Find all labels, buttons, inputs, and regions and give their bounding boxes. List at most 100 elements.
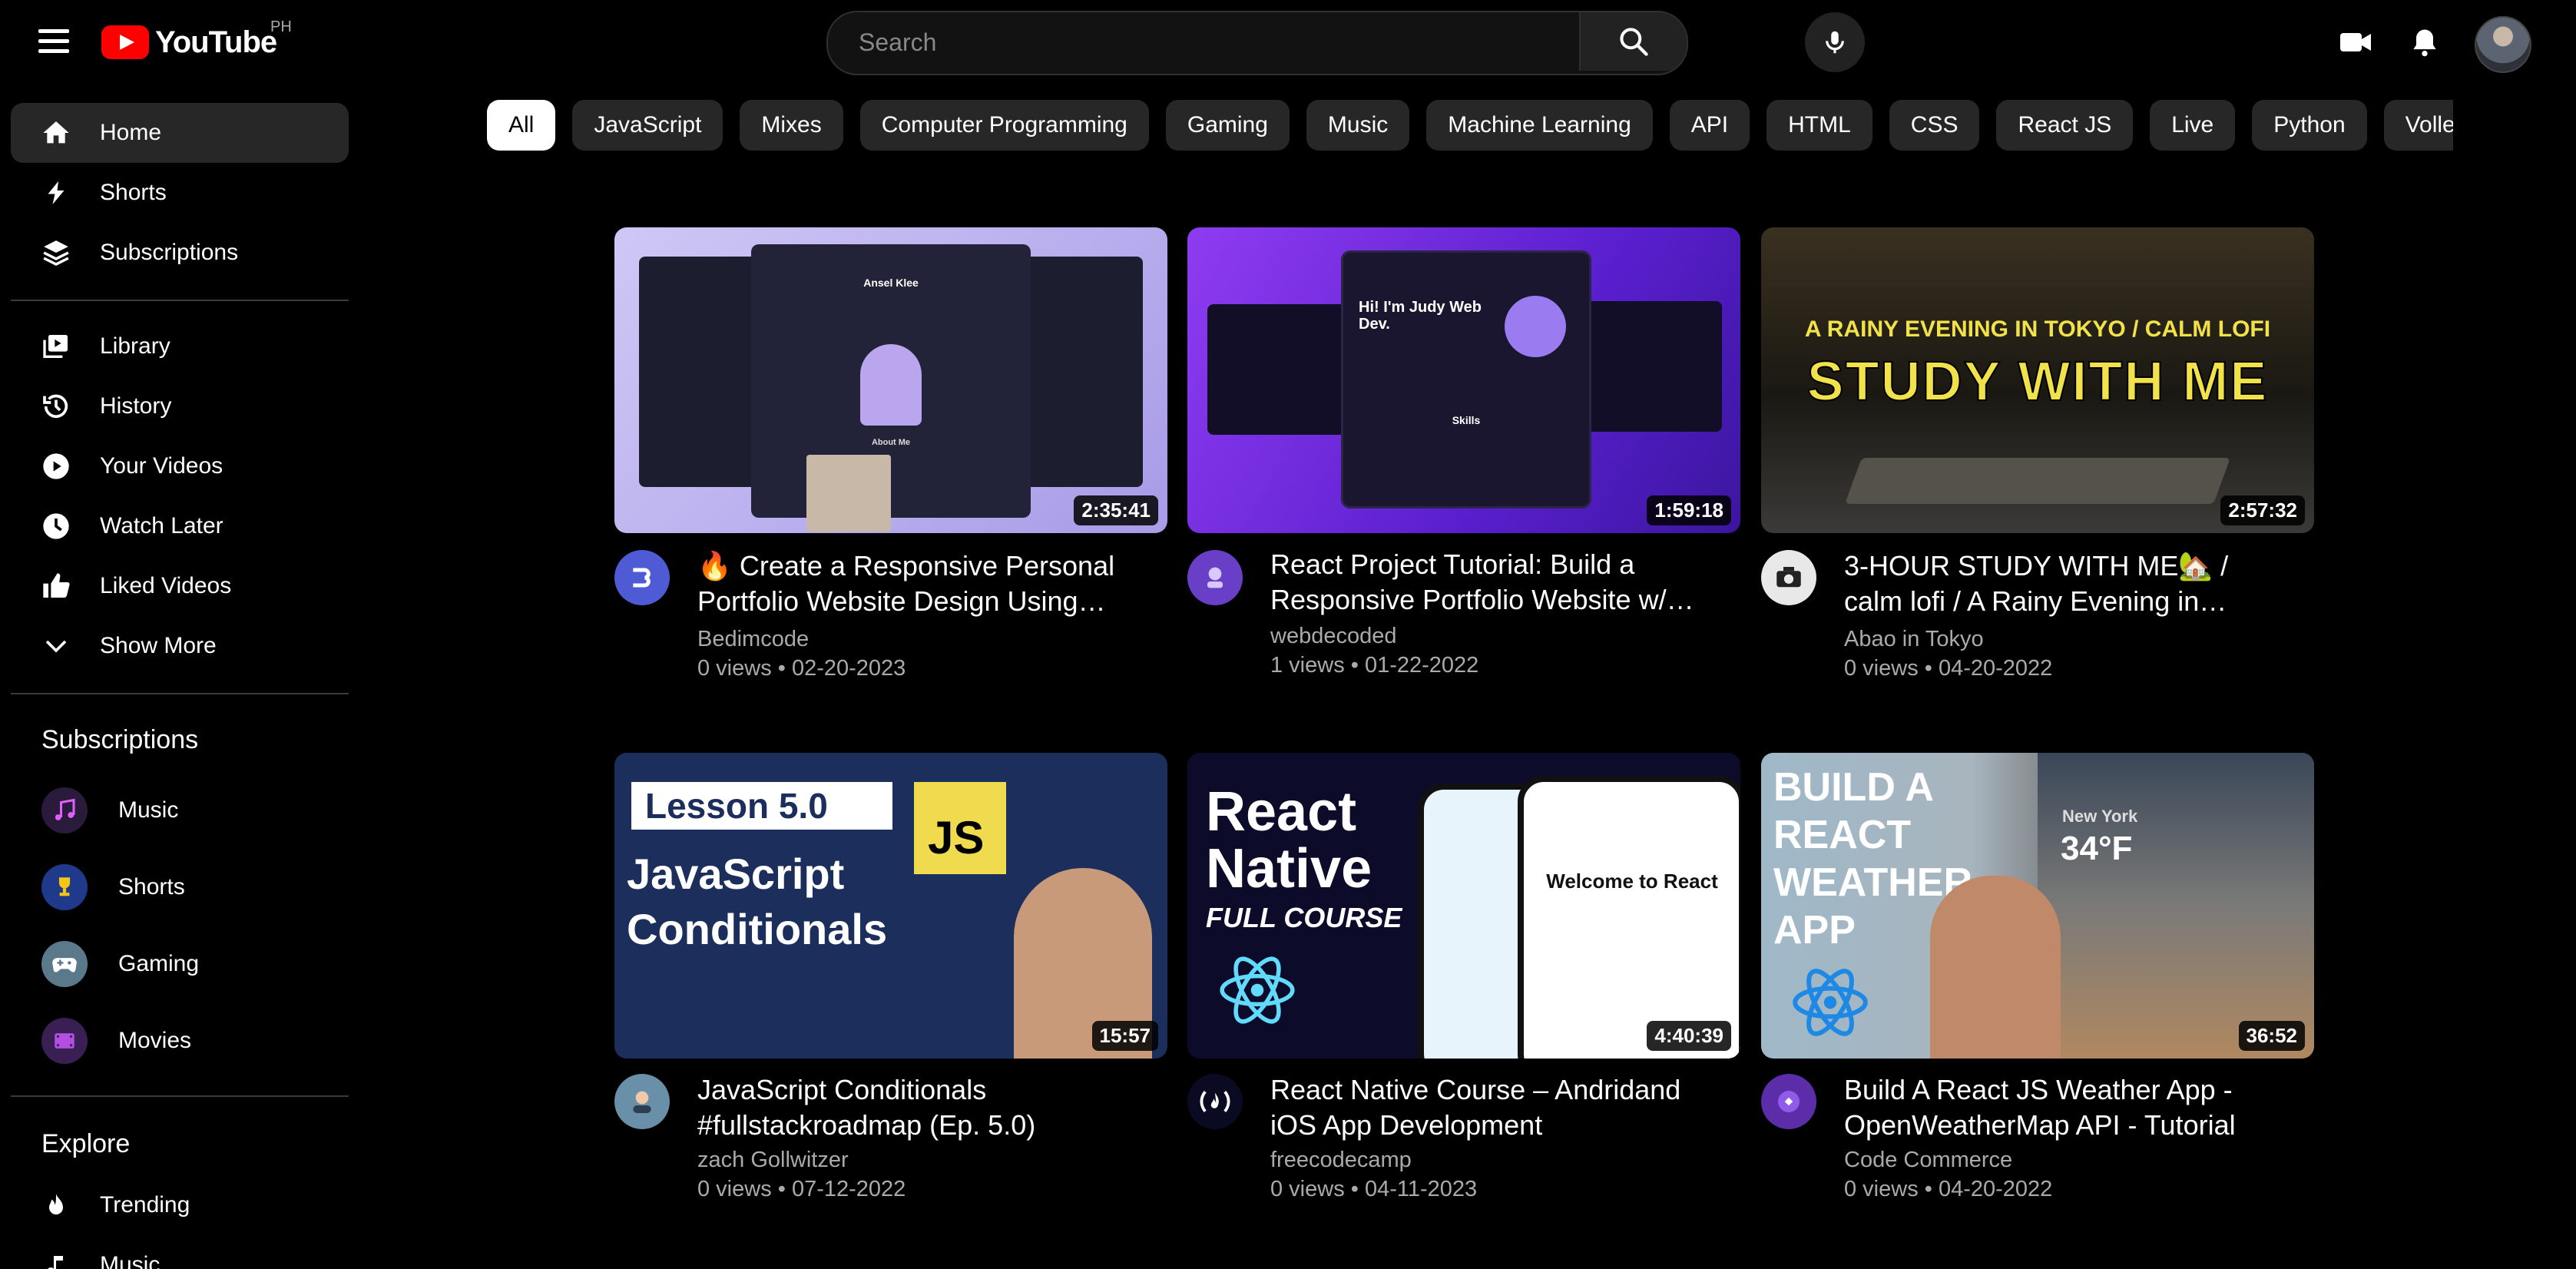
chip-javascript[interactable]: JavaScript bbox=[572, 100, 723, 151]
gaming-channel-avatar bbox=[41, 941, 88, 987]
video-thumbnail[interactable]: BUILD A REACT WEATHER APP New York 34°F … bbox=[1761, 753, 2314, 1059]
sidebar-item-label: History bbox=[100, 393, 172, 419]
subscription-item-shorts[interactable]: Shorts bbox=[11, 853, 349, 922]
sidebar-item-subscriptions[interactable]: Subscriptions bbox=[11, 223, 349, 283]
notifications-button[interactable] bbox=[2404, 22, 2445, 63]
chip-volleyball[interactable]: Volleyball bbox=[2383, 100, 2453, 151]
explore-heading: Explore bbox=[41, 1129, 131, 1158]
channel-avatar[interactable] bbox=[614, 550, 670, 605]
video-card[interactable]: React Native FULL COURSE Welcome to Reac… bbox=[1187, 753, 1740, 1229]
voice-search-button[interactable] bbox=[1805, 12, 1865, 72]
channel-avatar[interactable] bbox=[1187, 550, 1243, 605]
search-button[interactable] bbox=[1579, 12, 1687, 71]
sidebar-item-label: Liked Videos bbox=[100, 573, 232, 598]
sidebar-item-library[interactable]: Library bbox=[11, 316, 349, 376]
sidebar-item-liked-videos[interactable]: Liked Videos bbox=[11, 556, 349, 616]
thumbnail-subtext: STUDY WITH ME bbox=[1806, 350, 2269, 413]
video-thumbnail[interactable]: Ansel Klee About Me 2:35:41 bbox=[614, 227, 1167, 533]
sidebar-item-label: Home bbox=[100, 120, 162, 145]
create-video-button[interactable] bbox=[2335, 22, 2376, 63]
video-meta: 0 views • 04-20-2022 bbox=[1844, 1177, 2053, 1201]
video-card[interactable]: Hi! I'm Judy Web Dev. Skills 1:59:18 Rea… bbox=[1187, 227, 1740, 704]
chip-computer-programming[interactable]: Computer Programming bbox=[859, 100, 1149, 151]
sidebar-item-your-videos[interactable]: Your Videos bbox=[11, 436, 349, 496]
channel-name[interactable]: webdecoded bbox=[1270, 624, 1396, 649]
video-title[interactable]: 3-HOUR STUDY WITH ME🏡 / calm lofi / A Ra… bbox=[1844, 548, 2274, 619]
channel-avatar[interactable] bbox=[1761, 550, 1816, 605]
chip-css[interactable]: CSS bbox=[1889, 100, 1980, 151]
music-channel-avatar bbox=[41, 787, 88, 833]
thumbnail-phone-front: Welcome to React bbox=[1518, 776, 1740, 1059]
microphone-icon bbox=[1826, 31, 1844, 54]
sidebar-item-history[interactable]: History bbox=[11, 376, 349, 436]
channel-avatar[interactable] bbox=[614, 1074, 670, 1129]
sidebar-divider bbox=[11, 693, 349, 694]
sidebar-item-label: Trending bbox=[100, 1192, 190, 1218]
video-title[interactable]: 🔥 Create a Responsive Personal Portfolio… bbox=[697, 548, 1127, 619]
webdecoded-logo-icon bbox=[1207, 567, 1223, 588]
channel-name[interactable]: freecodecamp bbox=[1270, 1148, 1412, 1173]
chip-mixes[interactable]: Mixes bbox=[740, 100, 843, 151]
subscription-item-music[interactable]: Music bbox=[11, 776, 349, 845]
film-icon bbox=[55, 1033, 74, 1049]
account-avatar[interactable] bbox=[2475, 16, 2531, 73]
video-title[interactable]: Build A React JS Weather App - OpenWeath… bbox=[1844, 1072, 2274, 1143]
react-logo-icon bbox=[1793, 969, 1868, 1036]
subscription-item-movies[interactable]: Movies bbox=[11, 1006, 349, 1075]
chip-machine-learning[interactable]: Machine Learning bbox=[1426, 100, 1653, 151]
youtube-play-icon bbox=[101, 25, 149, 59]
thumbnail-subtext: Skills bbox=[1452, 414, 1481, 426]
sidebar-item-label: Library bbox=[100, 333, 171, 359]
chip-html[interactable]: HTML bbox=[1766, 100, 1872, 151]
chip-music[interactable]: Music bbox=[1306, 100, 1410, 151]
thumbnail-phone-text: Welcome to React bbox=[1546, 870, 1718, 893]
thumbnail-portrait bbox=[860, 344, 922, 426]
video-thumbnail[interactable]: Lesson 5.0 JS JavaScript Conditionals 15… bbox=[614, 753, 1167, 1059]
chip-python[interactable]: Python bbox=[2252, 100, 2367, 151]
subscription-label: Movies bbox=[118, 1028, 192, 1053]
search-bar bbox=[826, 11, 1688, 75]
video-title[interactable]: React Project Tutorial: Build a Responsi… bbox=[1270, 547, 1700, 618]
sidebar-item-shorts[interactable]: Shorts bbox=[11, 163, 349, 223]
channel-name[interactable]: Abao in Tokyo bbox=[1844, 627, 1984, 652]
thumbnail-laptop bbox=[1845, 458, 2230, 504]
sidebar-item-label: Shorts bbox=[100, 180, 167, 205]
video-thumbnail[interactable]: Hi! I'm Judy Web Dev. Skills 1:59:18 bbox=[1187, 227, 1740, 533]
youtube-logo[interactable]: YouTube PH bbox=[101, 18, 292, 61]
chip-api[interactable]: API bbox=[1669, 100, 1750, 151]
channel-avatar[interactable] bbox=[1761, 1074, 1816, 1129]
subscription-item-gaming[interactable]: Gaming bbox=[11, 929, 349, 999]
video-meta: 0 views • 04-11-2023 bbox=[1270, 1177, 1478, 1201]
video-card[interactable]: A RAINY EVENING IN TOKYO / CALM LOFI STU… bbox=[1761, 227, 2314, 704]
channel-name[interactable]: Code Commerce bbox=[1844, 1148, 2012, 1173]
sidebar-item-trending[interactable]: Trending bbox=[11, 1175, 349, 1235]
video-duration: 2:57:32 bbox=[2220, 495, 2305, 525]
library-icon bbox=[38, 329, 74, 364]
sidebar-item-home[interactable]: Home bbox=[11, 103, 349, 163]
thumbnail-weather-panel bbox=[2038, 753, 2314, 1059]
video-title[interactable]: React Native Course – Andridand iOS App … bbox=[1270, 1072, 1700, 1143]
thumbnail-headline: Lesson 5.0 bbox=[645, 786, 828, 826]
search-input[interactable] bbox=[828, 12, 1559, 72]
sidebar-item-watch-later[interactable]: Watch Later bbox=[11, 496, 349, 556]
chip-live[interactable]: Live bbox=[2150, 100, 2236, 151]
person-icon bbox=[633, 1091, 651, 1113]
video-thumbnail[interactable]: React Native FULL COURSE Welcome to Reac… bbox=[1187, 753, 1740, 1059]
channel-avatar[interactable] bbox=[1187, 1074, 1243, 1129]
video-card[interactable]: Lesson 5.0 JS JavaScript Conditionals 15… bbox=[614, 753, 1167, 1229]
channel-name[interactable]: Bedimcode bbox=[697, 627, 809, 652]
chip-react-js[interactable]: React JS bbox=[1996, 100, 2134, 151]
channel-name[interactable]: zach Gollwitzer bbox=[697, 1148, 849, 1173]
thumbnail-subtext: JavaScript Conditionals bbox=[627, 850, 888, 953]
video-meta: 0 views • 07-12-2022 bbox=[697, 1177, 906, 1201]
sidebar-item-explore-music[interactable]: Music bbox=[11, 1235, 349, 1269]
video-title[interactable]: JavaScript Conditionals #fullstackroadma… bbox=[697, 1072, 1127, 1143]
chip-gaming[interactable]: Gaming bbox=[1165, 100, 1290, 151]
video-card[interactable]: BUILD A REACT WEATHER APP New York 34°F … bbox=[1761, 753, 2314, 1229]
sidebar-item-show-more[interactable]: Show More bbox=[11, 616, 349, 676]
video-card[interactable]: Ansel Klee About Me 2:35:41 🔥 Create a R… bbox=[614, 227, 1167, 704]
menu-icon[interactable] bbox=[38, 29, 69, 55]
chip-all[interactable]: All bbox=[487, 100, 556, 151]
sidebar: Home Shorts Subscriptions Library Histor… bbox=[0, 84, 361, 1269]
video-thumbnail[interactable]: A RAINY EVENING IN TOKYO / CALM LOFI STU… bbox=[1761, 227, 2314, 533]
